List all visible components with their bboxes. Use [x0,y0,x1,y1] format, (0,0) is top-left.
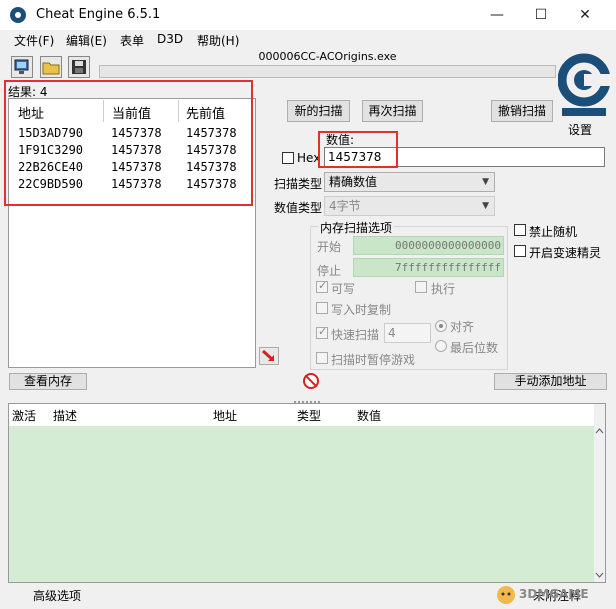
hex-checkbox[interactable] [282,152,294,164]
open-file-icon [42,62,60,75]
start-address-input[interactable]: 0000000000000000 [353,236,504,255]
copy-on-write-label: 写入时复制 [331,303,392,317]
executable-label: 执行 [431,282,456,296]
pause-game-checkbox[interactable] [316,352,328,364]
save-icon [72,60,86,74]
speedhack-checkbox[interactable] [514,245,526,257]
fast-scan-input[interactable]: 4 [384,323,431,343]
value-type-dropdown[interactable]: 4字节 ▼ [324,196,495,216]
chevron-down-icon: ▼ [482,201,489,211]
add-address-manually-button[interactable]: 手动添加地址 [494,373,607,390]
new-scan-button[interactable]: 新的扫描 [287,100,350,122]
watermark-text: 3DMGAME [519,587,589,601]
scroll-up-icon [595,428,604,434]
copy-on-write-checkbox[interactable] [316,302,328,314]
maximize-button[interactable]: ☐ [518,2,564,28]
settings-label[interactable]: 设置 [568,121,592,138]
close-button[interactable]: ✕ [562,2,608,28]
menu-table[interactable]: 表单 [120,32,144,49]
writable-label: 可写 [331,282,356,296]
minimize-button[interactable]: — [474,2,520,28]
last-digits-radio[interactable] [435,340,447,352]
align-radio[interactable] [435,320,447,332]
fast-scan-checkbox[interactable] [316,325,328,339]
cheat-engine-icon [10,7,26,23]
watermark-mascot-icon [497,586,515,604]
start-label: 开始 [317,240,342,254]
view-memory-button[interactable]: 查看内存 [9,373,87,390]
add-to-list-button[interactable] [259,347,279,365]
open-file-button[interactable] [40,56,62,78]
address-list-body[interactable] [9,426,594,582]
chevron-down-icon: ▼ [482,177,489,187]
column-value[interactable]: 数值 [357,407,381,424]
menu-file[interactable]: 文件(F) [14,32,54,49]
executable-checkbox[interactable] [415,281,427,293]
last-digits-label: 最后位数 [450,341,499,355]
memory-scan-options-title: 内存扫描选项 [318,219,395,236]
scan-type-dropdown[interactable]: 精确数值 ▼ [324,172,495,192]
cheat-engine-logo-icon [557,53,611,116]
stop-address-input[interactable]: 7fffffffffffffff [353,258,504,277]
value-type-label: 数值类型 [274,201,323,215]
speedhack-label: 开启变速精灵 [529,246,602,260]
scan-type-value: 精确数值 [329,175,378,189]
process-name: 000006CC-ACOrigins.exe [258,50,397,63]
column-type[interactable]: 类型 [297,407,321,424]
open-process-button[interactable] [11,56,33,78]
arrow-down-right-icon [261,349,275,362]
address-list-scrollbar[interactable] [594,404,605,582]
open-process-icon [14,59,29,74]
disable-random-label: 禁止随机 [529,225,578,239]
save-button[interactable] [68,56,90,78]
value-highlight-box [318,131,398,168]
splitter[interactable] [0,395,616,403]
undo-scan-button[interactable]: 撤销扫描 [491,100,553,122]
column-active[interactable]: 激活 [12,407,36,424]
stop-icon[interactable] [303,373,319,389]
column-description[interactable]: 描述 [53,407,77,424]
value-type-value: 4字节 [329,199,361,213]
next-scan-button[interactable]: 再次扫描 [362,100,423,122]
results-highlight-box [4,80,253,206]
scroll-down-icon [595,572,604,578]
column-list-address[interactable]: 地址 [213,407,237,424]
scan-progress-bar [99,65,556,78]
scan-type-label: 扫描类型 [274,177,323,191]
menu-d3d[interactable]: D3D [157,32,183,46]
pause-game-label: 扫描时暂停游戏 [331,353,416,367]
hex-label: Hex [297,151,321,165]
fast-scan-label: 快速扫描 [331,328,380,342]
disable-random-checkbox[interactable] [514,224,526,236]
cheat-engine-logo[interactable] [557,52,611,120]
menu-edit[interactable]: 编辑(E) [66,32,107,49]
align-label: 对齐 [450,320,475,334]
stop-label: 停止 [317,264,342,278]
advanced-options-link[interactable]: 高级选项 [33,587,81,604]
window-title: Cheat Engine 6.5.1 [36,7,161,22]
writable-checkbox[interactable] [316,279,328,293]
menu-help[interactable]: 帮助(H) [197,32,239,49]
watermark: 3DMGAME [495,580,615,609]
